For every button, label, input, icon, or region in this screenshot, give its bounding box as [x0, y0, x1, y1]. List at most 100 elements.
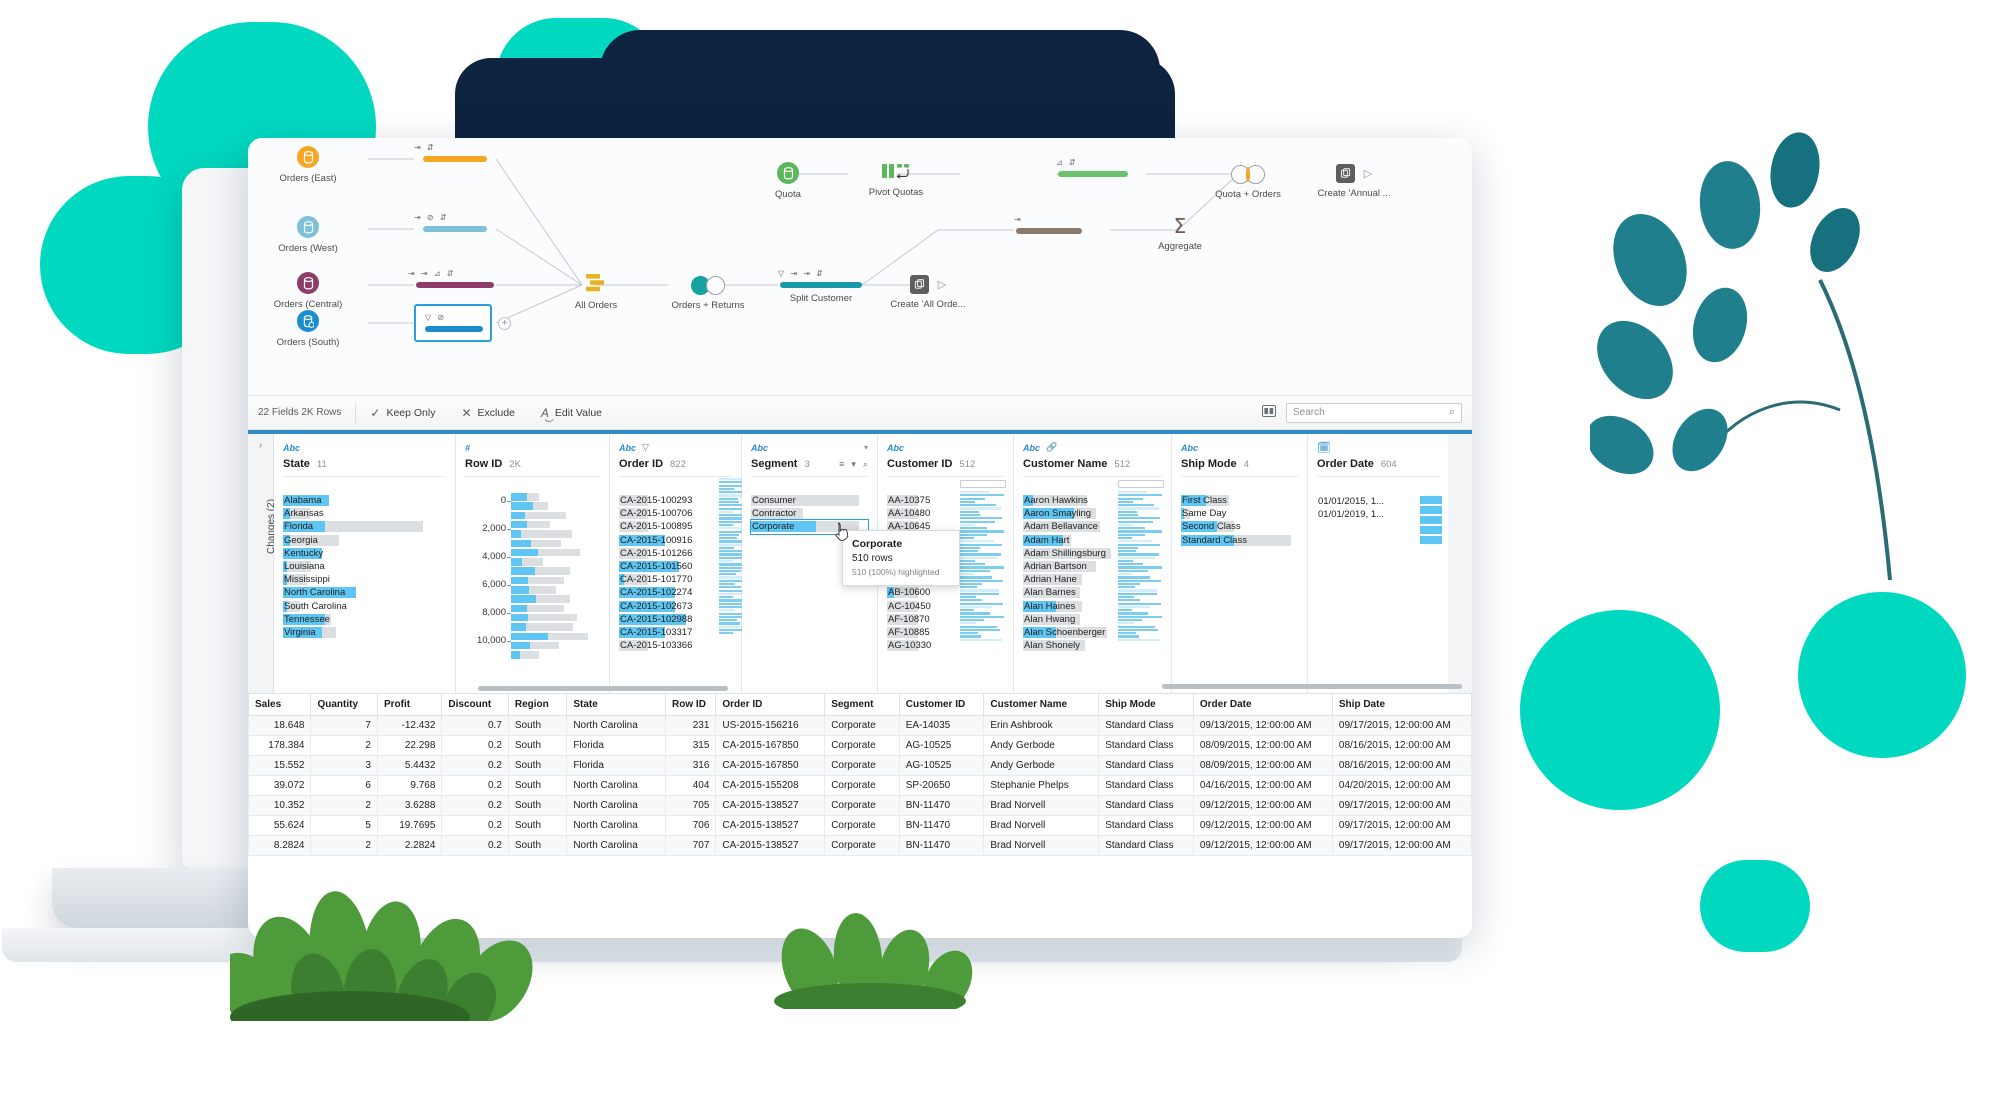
table-column-header[interactable]: Order ID: [715, 693, 826, 716]
row-id-histogram[interactable]: 0 2,000 4,000 6,000 8,000 10,000: [465, 493, 600, 660]
table-row[interactable]: 39.072 6 9.768 0.2 South North Carolina 404 CA-…: [248, 775, 1472, 796]
table-column-header[interactable]: Sales: [248, 693, 312, 716]
profile-value-row[interactable]: CA-2015-102274: [619, 586, 732, 599]
histogram-bar[interactable]: [511, 595, 600, 603]
table-column-header[interactable]: Row ID: [665, 693, 717, 716]
profile-value-row[interactable]: CA-2015-101770: [619, 573, 732, 586]
changes-rail[interactable]: › Changes (2): [248, 434, 277, 693]
flow-node-orders-returns[interactable]: Orders + Returns: [648, 276, 768, 311]
histogram-bar[interactable]: [511, 520, 600, 529]
flow-step-aggregate-input[interactable]: ⇥: [1014, 214, 1084, 234]
table-row[interactable]: 15.552 3 5.4432 0.2 South Florida 316 CA-2015-1…: [248, 755, 1472, 776]
profile-value-row[interactable]: CA-2015-102673: [619, 600, 732, 613]
profile-value-row[interactable]: CA-2015-101560: [619, 560, 732, 573]
sort-icon[interactable]: ≡: [839, 459, 844, 470]
table-column-header[interactable]: Order Date: [1192, 693, 1333, 716]
profile-value-row[interactable]: Contractor: [751, 507, 868, 520]
flow-step-orders-south-selected[interactable]: ▽ ⊘: [414, 304, 492, 342]
histogram-bar[interactable]: [511, 539, 600, 548]
profile-value-row[interactable]: First Class: [1181, 494, 1298, 507]
table-column-header[interactable]: Region: [507, 693, 568, 716]
flow-step-orders-central[interactable]: ⇥ ⇥ ⊿ ⇵: [408, 268, 502, 288]
chevron-right-icon[interactable]: ›: [248, 434, 273, 451]
link-icon[interactable]: 🔗: [1046, 442, 1057, 453]
profile-card-order-date[interactable]: 🗓 Order Date 604 01/01/2015, 1... 01/01/2…: [1308, 434, 1448, 693]
flow-node-orders-west[interactable]: Orders (West): [248, 216, 368, 254]
value-list[interactable]: First Class Same Day Second Class Standard …: [1181, 494, 1298, 547]
histogram-bar[interactable]: [511, 567, 600, 575]
profile-value-row[interactable]: Louisiana: [283, 560, 446, 573]
more-options-icon[interactable]: ▾: [851, 459, 856, 470]
profile-value-row[interactable]: Florida: [283, 520, 446, 533]
profile-value-row[interactable]: Same Day: [1181, 507, 1298, 520]
histogram-bar[interactable]: [511, 613, 600, 622]
profile-value-row[interactable]: Virginia: [283, 626, 446, 639]
search-icon[interactable]: ⌕: [863, 459, 868, 470]
value-list[interactable]: CA-2015-100293 CA-2015-100706 CA-2015-1008…: [619, 494, 732, 652]
profile-value-row[interactable]: CA-2015-100706: [619, 507, 732, 520]
flow-step-pivot-output[interactable]: ⊿ ⇵: [1056, 157, 1130, 177]
table-column-header[interactable]: Quantity: [310, 693, 378, 716]
flow-node-quota-orders[interactable]: Quota + Orders: [1188, 165, 1308, 200]
profile-card-state[interactable]: Abc State 11 Alabama Arkansas Florida Georg…: [274, 434, 456, 693]
histogram-bar[interactable]: [511, 623, 600, 631]
profile-value-row[interactable]: Standard Class: [1181, 534, 1298, 547]
search-input[interactable]: Search ⌕: [1286, 402, 1462, 423]
flow-node-orders-central[interactable]: Orders (Central): [248, 272, 368, 310]
keep-only-button[interactable]: ✓ Keep Only: [370, 406, 435, 420]
filter-icon[interactable]: ▽: [642, 442, 649, 453]
profile-card-row-id[interactable]: # Row ID 2K 0 2,000 4,000 6,000 8,000 10,000: [456, 434, 610, 693]
flow-step-orders-east[interactable]: ⇥ ⇵: [414, 142, 496, 162]
table-row[interactable]: 10.352 2 3.6288 0.2 South North Carolina 705 CA…: [248, 795, 1472, 816]
profile-value-row[interactable]: Alabama: [283, 494, 446, 507]
flow-node-aggregate[interactable]: Σ Aggregate: [1120, 216, 1240, 252]
table-column-header[interactable]: State: [566, 693, 667, 716]
histogram-bar[interactable]: [511, 632, 600, 641]
sparkline-scroll-cap[interactable]: [1118, 480, 1164, 488]
profile-value-row[interactable]: Consumer: [751, 494, 868, 507]
table-row[interactable]: 55.624 5 19.7695 0.2 South North Carolina 706 C…: [248, 815, 1472, 836]
flow-node-create-annual[interactable]: ▷ Create 'Annual ...: [1294, 164, 1414, 199]
profile-value-row[interactable]: CA-2015-100916: [619, 534, 732, 547]
histogram-bar[interactable]: [511, 576, 600, 585]
profile-value-row[interactable]: Kentucky: [283, 547, 446, 560]
table-row[interactable]: 178.384 2 22.298 0.2 South Florida 315 CA-2015-…: [248, 735, 1472, 756]
profile-value-row[interactable]: Arkansas: [283, 507, 446, 520]
flow-step-orders-west[interactable]: ⇥ ⊘ ⇵: [414, 212, 496, 232]
histogram-bar[interactable]: [511, 586, 600, 594]
profile-value-row[interactable]: CA-2015-100895: [619, 520, 732, 533]
table-column-header[interactable]: Customer Name: [983, 693, 1100, 716]
flow-node-pivot-quotas[interactable]: Pivot Quotas: [836, 163, 956, 198]
profile-value-row[interactable]: CA-2015-100293: [619, 494, 732, 507]
table-row[interactable]: 18.648 7 -12.432 0.7 South North Carolina 231 U…: [248, 715, 1472, 736]
profile-card-segment[interactable]: Abc ▾ Segment 3 ≡ ▾ ⌕ Consumer Contractor…: [742, 434, 960, 693]
data-grid[interactable]: Sales Quantity Profit Discount Region State Ro…: [248, 684, 1472, 856]
histogram-bar[interactable]: [511, 502, 600, 510]
profile-value-row[interactable]: South Carolina: [283, 600, 446, 613]
profile-value-row[interactable]: CA-2015-103317: [619, 626, 732, 639]
flow-step-split-customer[interactable]: ▽ ⇥ ⇥ ⇵ Split Customer: [778, 268, 864, 304]
flow-node-quota[interactable]: Quota: [728, 162, 848, 200]
add-step-plus-icon[interactable]: +: [498, 317, 511, 330]
profile-value-row[interactable]: CA-2015-103366: [619, 639, 732, 652]
profile-value-row[interactable]: Mississippi: [283, 573, 446, 586]
profile-card-order-id[interactable]: Abc ▽ Order ID 822 CA-2015-100293 CA-2015…: [610, 434, 763, 693]
profile-value-row[interactable]: Georgia: [283, 534, 446, 547]
profile-value-row[interactable]: CA-2015-101266: [619, 547, 732, 560]
histogram-bar[interactable]: [511, 641, 600, 650]
profile-value-row[interactable]: Tennessee: [283, 613, 446, 626]
table-column-header[interactable]: Profit: [376, 693, 443, 716]
histogram-bar[interactable]: [511, 548, 600, 557]
table-column-header[interactable]: Ship Mode: [1098, 693, 1194, 716]
grid-horizontal-scrollbar[interactable]: [1162, 684, 1462, 689]
histogram-bar[interactable]: [511, 511, 600, 520]
run-flow-icon[interactable]: ▷: [1364, 167, 1372, 180]
profile-card-customer-name[interactable]: Abc 🔗 Customer Name 512 Aaron Hawkins Aar…: [1014, 434, 1172, 693]
exclude-button[interactable]: ✕ Exclude: [461, 406, 514, 420]
profile-value-row[interactable]: North Carolina: [283, 586, 446, 599]
profile-value-row[interactable]: Second Class: [1181, 520, 1298, 533]
table-column-header[interactable]: Segment: [824, 693, 900, 716]
histogram-bar[interactable]: [511, 558, 600, 566]
chevron-down-icon[interactable]: ▾: [864, 443, 868, 452]
view-layout-icon[interactable]: [1262, 405, 1276, 420]
